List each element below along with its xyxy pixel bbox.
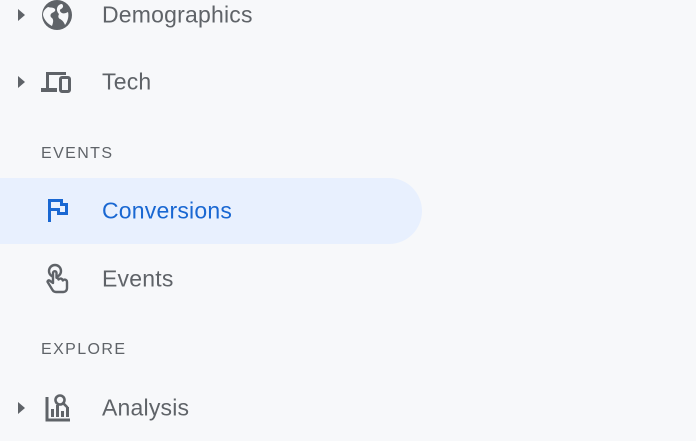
nav-item-conversions[interactable]: Conversions xyxy=(0,178,422,244)
devices-icon xyxy=(41,72,71,93)
nav-item-label: Analysis xyxy=(102,394,190,421)
nav-item-label: Tech xyxy=(102,68,152,95)
nav-item-label: Demographics xyxy=(102,1,253,28)
globe-icon xyxy=(42,0,72,30)
nav-item-tech[interactable]: Tech xyxy=(0,49,422,115)
section-header-events: EVENTS xyxy=(41,145,114,162)
nav-item-label: Events xyxy=(102,265,174,292)
analysis-icon xyxy=(45,394,70,422)
nav-item-label: Conversions xyxy=(102,197,233,224)
expand-caret-icon[interactable] xyxy=(18,402,25,414)
nav-item-demographics[interactable]: Demographics xyxy=(0,0,422,48)
expand-caret-icon[interactable] xyxy=(18,76,25,88)
expand-caret-icon[interactable] xyxy=(18,9,25,21)
flag-icon xyxy=(48,199,68,222)
touch-icon xyxy=(46,263,69,294)
report-navigation: Demographics Tech EVENTS Conversions Eve… xyxy=(0,0,696,428)
section-header-explore: EXPLORE xyxy=(41,341,127,358)
nav-item-events[interactable]: Events xyxy=(0,246,422,312)
nav-item-analysis[interactable]: Analysis xyxy=(0,375,422,441)
